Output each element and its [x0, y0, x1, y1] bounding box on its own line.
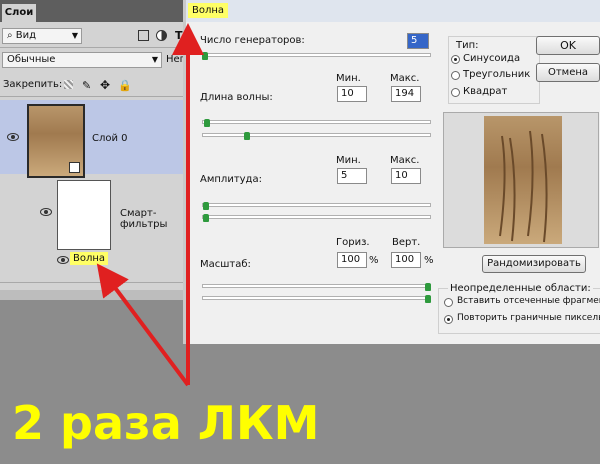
- annotation-arrows: [96, 23, 204, 387]
- instruction-caption: 2 раза ЛКМ: [12, 396, 320, 450]
- arrow-to-filter-item: [96, 263, 190, 387]
